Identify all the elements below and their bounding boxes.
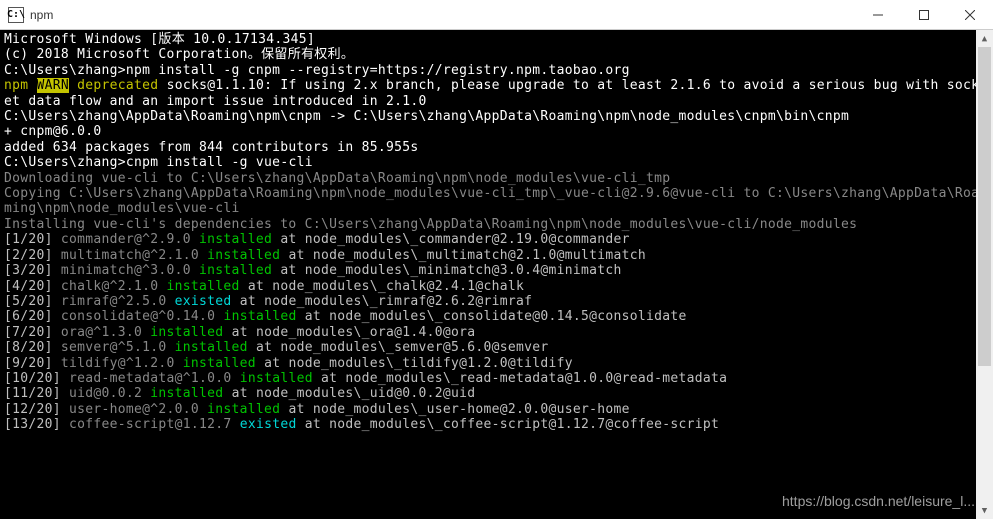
- scroll-up-button[interactable]: ▲: [976, 30, 993, 47]
- scroll-down-button[interactable]: ▼: [976, 502, 993, 519]
- scroll-thumb[interactable]: [978, 47, 991, 366]
- terminal-container: Microsoft Windows [版本 10.0.17134.345](c)…: [0, 30, 993, 519]
- terminal-output[interactable]: Microsoft Windows [版本 10.0.17134.345](c)…: [0, 30, 976, 519]
- app-icon: C:\: [8, 7, 24, 23]
- minimize-button[interactable]: [855, 0, 901, 29]
- scrollbar[interactable]: ▲ ▼: [976, 30, 993, 519]
- maximize-button[interactable]: [901, 0, 947, 29]
- window-controls: [855, 0, 993, 29]
- window-title: npm: [30, 8, 855, 22]
- maximize-icon: [919, 10, 929, 20]
- minimize-icon: [873, 10, 883, 20]
- window-titlebar: C:\ npm: [0, 0, 993, 30]
- scroll-track[interactable]: [976, 47, 993, 502]
- close-button[interactable]: [947, 0, 993, 29]
- close-icon: [965, 10, 975, 20]
